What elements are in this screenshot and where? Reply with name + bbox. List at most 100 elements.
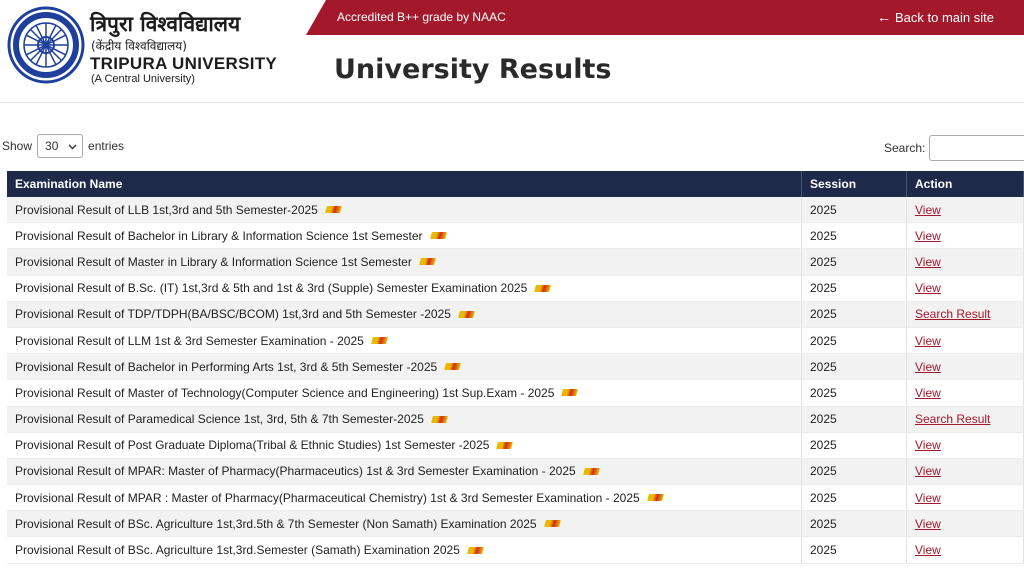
table-row: Provisional Result of B.Sc. (IT) 1st,3rd… [7,275,1024,302]
session-value: 2025 [810,254,837,269]
session-value: 2025 [810,516,837,531]
exam-name-cell: Provisional Result of Bachelor in Librar… [7,223,802,249]
action-cell: Search Result [907,406,1024,432]
search-result-link[interactable]: Search Result [915,307,990,321]
exam-name-cell: Provisional Result of Paramedical Scienc… [7,406,802,432]
session-value: 2025 [810,543,837,558]
view-link[interactable]: View [915,464,941,478]
exam-name: Provisional Result of MPAR: Master of Ph… [15,464,576,479]
entries-select-value: 30 [45,139,59,153]
exam-name: Provisional Result of Bachelor in Perfor… [15,359,438,374]
view-link[interactable]: View [915,229,941,243]
university-name: TRIPURA UNIVERSITY [90,54,278,73]
top-banner-slant [306,0,326,35]
table-row: Provisional Result of LLB 1st,3rd and 5t… [7,197,1024,224]
action-cell: View [907,432,1024,458]
university-subtitle-hindi: (केंद्रीय विश्वविद्यालय) [91,39,187,53]
action-cell: View [907,197,1024,223]
view-link[interactable]: View [915,438,941,452]
view-link[interactable]: View [915,517,941,531]
session-value: 2025 [810,385,837,400]
exam-name-cell: Provisional Result of Master of Technolo… [7,380,802,406]
view-link[interactable]: View [915,203,941,217]
exam-name-cell: Provisional Result of Bachelor in Perfor… [7,354,802,380]
table-row: Provisional Result of Bachelor in Librar… [7,223,1024,250]
session-cell: 2025 [802,380,907,406]
header-action[interactable]: Action [907,171,1024,197]
new-badge-icon [582,467,600,475]
search-result-link[interactable]: Search Result [915,412,990,426]
action-cell: View [907,249,1024,275]
new-badge-icon [496,441,514,449]
table-header: Examination Name Session Action [7,171,1024,197]
table-row: Provisional Result of Post Graduate Dipl… [7,432,1024,459]
exam-name-cell: Provisional Result of TDP/TDPH(BA/BSC/BC… [7,301,802,327]
session-value: 2025 [810,359,837,374]
session-value: 2025 [810,202,837,217]
action-cell: View [907,458,1024,485]
session-cell: 2025 [802,197,907,223]
new-badge-icon [418,258,436,266]
session-value: 2025 [810,412,837,427]
view-link[interactable]: View [915,281,941,295]
chevron-down-icon [68,139,77,153]
session-cell: 2025 [802,223,907,249]
search-label: Search: [884,141,926,155]
session-cell: 2025 [802,537,907,563]
exam-name-cell: Provisional Result of BSc. Agriculture 1… [7,511,802,537]
exam-name-cell: Provisional Result of MPAR : Master of P… [7,485,802,511]
table-row: Provisional Result of BSc. Agriculture 1… [7,511,1024,538]
new-badge-icon [561,389,579,397]
exam-name: Provisional Result of BSc. Agriculture 1… [15,543,460,558]
university-name-hindi: त्रिपुरा विश्वविद्यालय [90,12,241,36]
table-search-control: Search: [884,135,1024,161]
view-link[interactable]: View [915,334,941,348]
session-cell: 2025 [802,327,907,354]
session-value: 2025 [810,438,837,453]
exam-name: Provisional Result of MPAR : Master of P… [15,490,640,505]
session-cell: 2025 [802,485,907,511]
action-cell: Search Result [907,301,1024,327]
session-value: 2025 [810,281,837,296]
table-row: Provisional Result of Master of Technolo… [7,380,1024,407]
session-value: 2025 [810,464,837,479]
action-cell: View [907,511,1024,537]
session-value: 2025 [810,333,837,348]
exam-name: Provisional Result of LLM 1st & 3rd Seme… [15,333,364,348]
session-cell: 2025 [802,432,907,458]
session-value: 2025 [810,307,837,322]
exam-name-cell: Provisional Result of MPAR: Master of Ph… [7,458,802,485]
new-badge-icon [324,206,342,214]
university-seal-icon[interactable] [7,6,85,84]
entries-select[interactable]: 30 [37,134,84,158]
new-badge-icon [646,494,664,502]
table-row: Provisional Result of Paramedical Scienc… [7,406,1024,433]
session-cell: 2025 [802,249,907,275]
exam-name-cell: Provisional Result of BSc. Agriculture 1… [7,537,802,563]
table-row: Provisional Result of Master in Library … [7,249,1024,276]
session-cell: 2025 [802,458,907,485]
action-cell: View [907,327,1024,354]
header-session[interactable]: Session [802,171,907,197]
table-row: Provisional Result of LLM 1st & 3rd Seme… [7,327,1024,355]
exam-name-cell: Provisional Result of LLB 1st,3rd and 5t… [7,197,802,223]
view-link[interactable]: View [915,255,941,269]
session-cell: 2025 [802,511,907,537]
view-link[interactable]: View [915,491,941,505]
table-body: Provisional Result of LLB 1st,3rd and 5t… [7,197,1024,564]
view-link[interactable]: View [915,360,941,374]
session-value: 2025 [810,490,837,505]
exam-name: Provisional Result of Master of Technolo… [15,385,555,400]
exam-name: Provisional Result of Bachelor in Librar… [15,228,423,243]
session-cell: 2025 [802,301,907,327]
exam-name-cell: Provisional Result of Master in Library … [7,249,802,275]
back-to-main-site-link[interactable]: ← Back to main site [877,9,994,25]
view-link[interactable]: View [915,386,941,400]
action-cell: View [907,485,1024,511]
search-input[interactable] [929,135,1024,161]
view-link[interactable]: View [915,543,941,557]
back-link-label: Back to main site [895,9,994,25]
new-badge-icon [543,520,561,528]
site-header: त्रिपुरा विश्वविद्यालय (केंद्रीय विश्ववि… [0,0,1024,103]
header-examination-name[interactable]: Examination Name [7,171,802,197]
